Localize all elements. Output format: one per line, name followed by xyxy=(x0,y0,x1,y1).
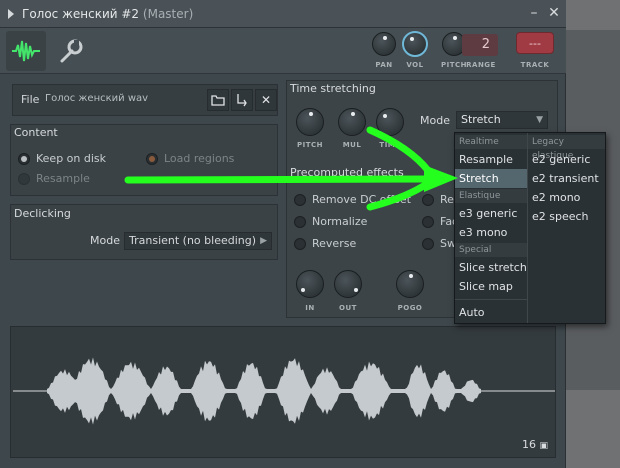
annotation-arrows xyxy=(124,126,458,211)
